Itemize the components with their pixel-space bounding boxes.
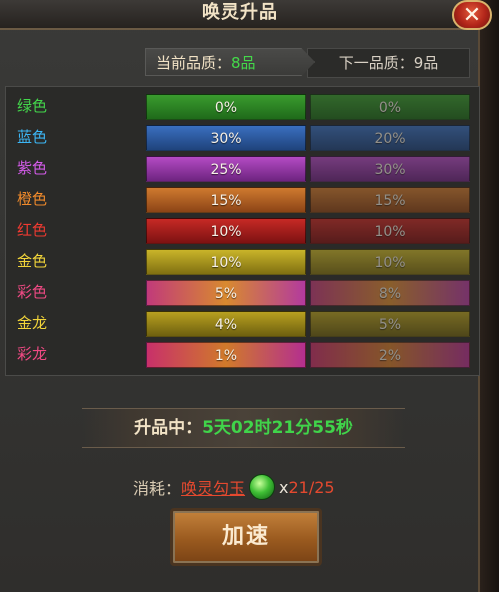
cost-multiplier: x: [279, 477, 289, 497]
current-chance: 10%: [146, 249, 306, 275]
rarity-name: 绿色: [17, 97, 48, 115]
rarity-row-gold: 金色 10% 10%: [6, 246, 481, 277]
rarity-name: 彩龙: [17, 345, 48, 363]
upgrade-countdown: 5天02时21分55秒: [202, 418, 353, 438]
next-chance: 5%: [310, 311, 470, 337]
current-quality-value: 8品: [231, 54, 256, 72]
rarity-row-orange: 橙色 15% 15%: [6, 184, 481, 215]
current-chance: 0%: [146, 94, 306, 120]
summon-upgrade-panel: 唤灵升品 当前品质：8品 下一品质：9品 绿色 0% 0% 蓝色 30% 20%…: [0, 0, 480, 592]
cost-item-link[interactable]: 唤灵勾玉: [181, 475, 245, 499]
current-quality: 当前品质：8品: [145, 48, 315, 76]
rarity-name: 金龙: [17, 314, 48, 332]
next-chance: 15%: [310, 187, 470, 213]
rarity-name: 彩色: [17, 283, 48, 301]
rarity-row-gold-dragon: 金龙 4% 5%: [6, 308, 481, 339]
cost-count: 21/25: [288, 477, 335, 497]
rarity-row-red: 红色 10% 10%: [6, 215, 481, 246]
quality-bar: 当前品质：8品 下一品质：9品: [145, 48, 470, 78]
rarity-name: 蓝色: [17, 128, 48, 146]
next-chance: 30%: [310, 156, 470, 182]
current-quality-label: 当前品质：: [156, 54, 232, 72]
next-chance: 20%: [310, 125, 470, 151]
close-icon[interactable]: ✕: [452, 0, 492, 30]
current-chance: 15%: [146, 187, 306, 213]
current-chance: 30%: [146, 125, 306, 151]
next-chance: 2%: [310, 342, 470, 368]
rarity-name: 金色: [17, 252, 48, 270]
current-chance: 1%: [146, 342, 306, 368]
cost-label: 消耗：: [133, 479, 182, 498]
jade-icon: [249, 474, 276, 500]
current-chance: 25%: [146, 156, 306, 182]
rarity-name: 橙色: [17, 190, 48, 208]
next-chance: 0%: [310, 94, 470, 120]
next-quality: 下一品质：9品: [307, 48, 470, 78]
title-bar: 唤灵升品: [0, 0, 480, 30]
rarity-row-green: 绿色 0% 0%: [6, 91, 481, 122]
side-edge: [480, 0, 499, 592]
next-quality-label: 下一品质：: [338, 54, 414, 72]
rarity-row-rainbow-dragon: 彩龙 1% 2%: [6, 339, 481, 370]
rarity-name: 紫色: [17, 159, 48, 177]
next-chance: 10%: [310, 218, 470, 244]
upgrade-timer: 升品中：5天02时21分55秒: [82, 408, 405, 448]
current-chance: 5%: [146, 280, 306, 306]
upgrade-label: 升品中：: [134, 418, 203, 438]
rarity-name: 红色: [17, 221, 48, 239]
rarity-row-rainbow: 彩色 5% 8%: [6, 277, 481, 308]
rarity-row-blue: 蓝色 30% 20%: [6, 122, 481, 153]
speed-up-button[interactable]: 加速: [170, 508, 322, 566]
current-chance: 4%: [146, 311, 306, 337]
next-chance: 8%: [310, 280, 470, 306]
current-chance: 10%: [146, 218, 306, 244]
cost-line: 消耗： 唤灵勾玉 x 21/25: [133, 473, 335, 501]
window-title: 唤灵升品: [202, 2, 278, 23]
next-quality-value: 9品: [413, 54, 439, 72]
rarity-row-purple: 紫色 25% 30%: [6, 153, 481, 184]
next-chance: 10%: [310, 249, 470, 275]
rarity-table: 绿色 0% 0% 蓝色 30% 20% 紫色 25% 30% 橙色 15% 15…: [5, 86, 480, 376]
